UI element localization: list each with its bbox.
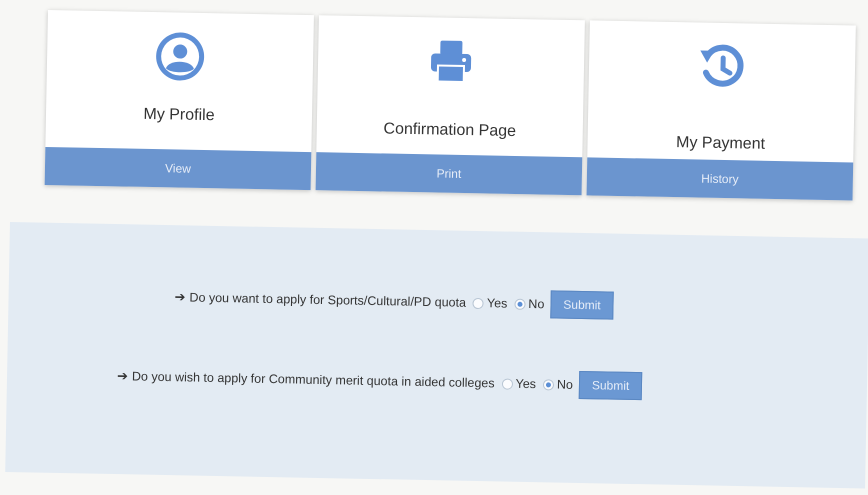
- yes-radio[interactable]: [501, 377, 513, 390]
- arrow-right-icon: ➔: [116, 368, 129, 384]
- quota-panel: ➔ Do you want to apply for Sports/Cultur…: [5, 222, 868, 489]
- payment-history-button[interactable]: History: [586, 157, 854, 201]
- question-text: Do you want to apply for Sports/Cultural…: [189, 290, 467, 310]
- no-radio[interactable]: [514, 298, 526, 310]
- yes-label: Yes: [515, 376, 537, 392]
- yes-radio[interactable]: [472, 297, 485, 309]
- arrow-right-icon: ➔: [174, 289, 186, 305]
- submit-sports-quota-button[interactable]: Submit: [550, 290, 614, 320]
- no-label: No: [556, 377, 574, 392]
- dashboard-cards: My Profile View Confirmation Page Print …: [44, 10, 860, 226]
- user-profile-icon: [47, 28, 314, 91]
- card-label: My Payment: [675, 134, 766, 153]
- card-confirmation-page: Confirmation Page Print: [315, 15, 585, 196]
- no-label: No: [528, 296, 545, 312]
- print-confirmation-button[interactable]: Print: [315, 152, 583, 196]
- card-my-payment: My Payment History: [586, 20, 856, 201]
- yes-label: Yes: [486, 296, 508, 311]
- view-profile-button[interactable]: View: [44, 146, 312, 191]
- community-quota-question: ➔ Do you wish to apply for Community mer…: [116, 362, 643, 401]
- card-label: Confirmation Page: [383, 120, 517, 141]
- card-label: My Profile: [143, 105, 215, 125]
- card-my-profile: My Profile View: [44, 10, 314, 191]
- printer-icon: [317, 33, 584, 96]
- question-text: Do you wish to apply for Community merit…: [131, 369, 495, 391]
- no-radio[interactable]: [542, 378, 555, 390]
- sports-quota-question: ➔ Do you want to apply for Sports/Cultur…: [174, 283, 614, 320]
- history-icon: [588, 38, 855, 101]
- submit-community-quota-button[interactable]: Submit: [578, 370, 643, 401]
